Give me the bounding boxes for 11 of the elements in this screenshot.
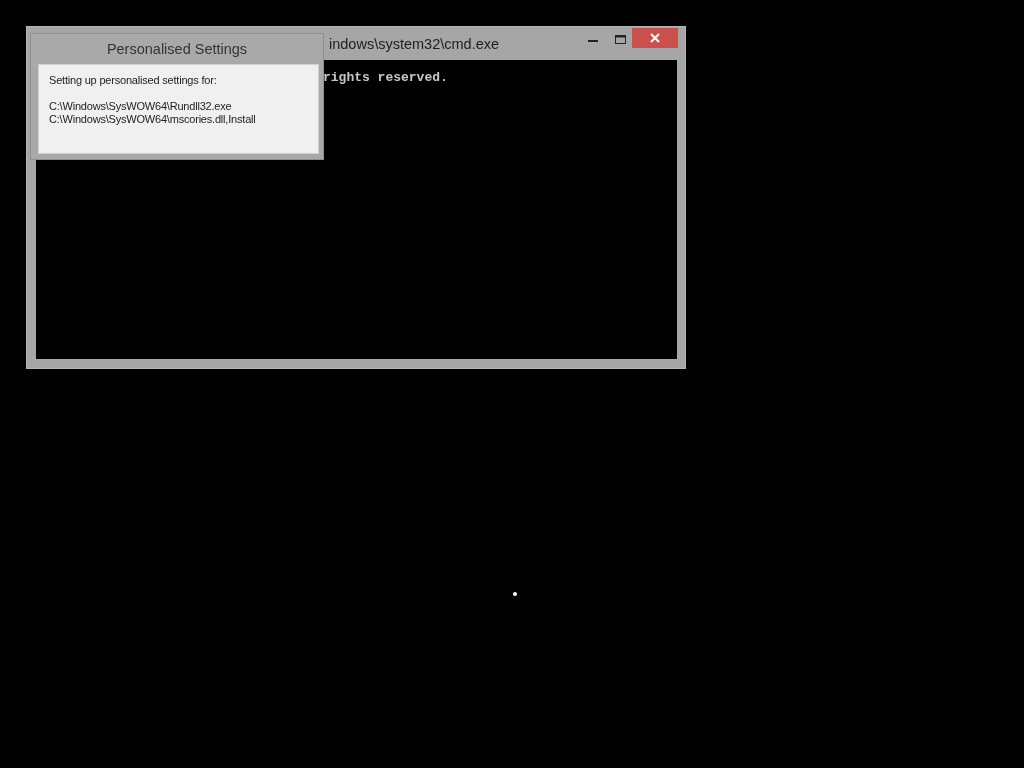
maximize-icon (614, 34, 626, 44)
dialog-message: Setting up personalised settings for: (49, 74, 218, 87)
pointer-dot (513, 592, 517, 596)
close-icon (650, 33, 660, 43)
dialog-title: Personalised Settings (105, 40, 249, 58)
close-button[interactable] (632, 28, 678, 48)
file-path: C:\Windows\SysWOW64\mscories.dll,Install (49, 113, 257, 126)
console-text: rights reserved. (323, 70, 448, 86)
file-path: C:\Windows\SysWOW64\Rundll32.exe (49, 100, 233, 113)
window-title: indows\system32\cmd.exe (329, 35, 500, 53)
minimize-icon (588, 39, 598, 43)
